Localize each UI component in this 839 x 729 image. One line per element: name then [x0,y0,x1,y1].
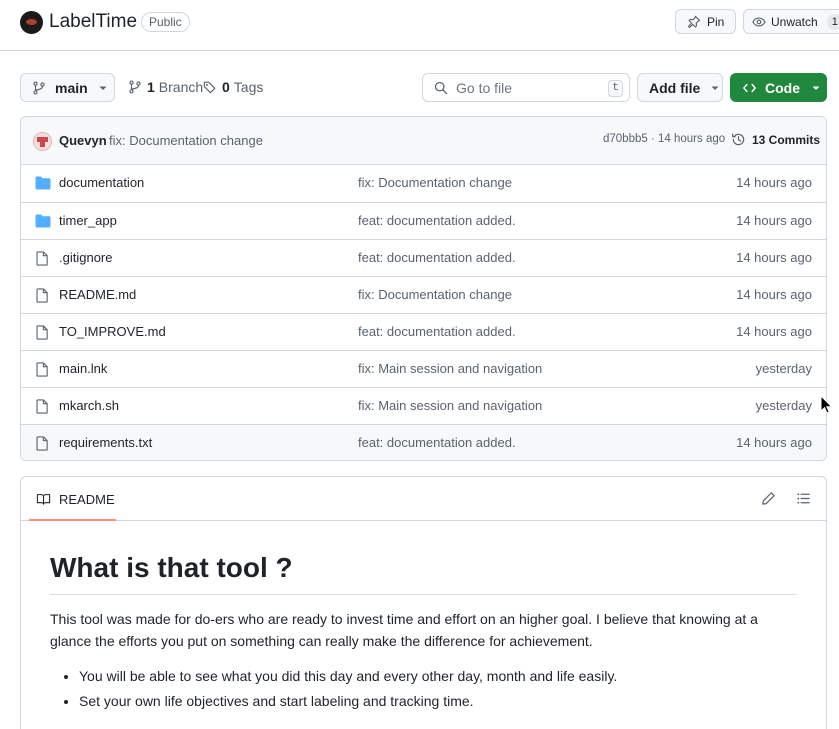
branch-icon [128,80,142,94]
pin-button[interactable]: Pin [675,9,736,34]
commit-author[interactable]: Quevyn [59,133,107,148]
commit-message[interactable]: fix: Documentation change [109,133,263,148]
readme-bullet: Set your own life objectives and start l… [79,689,797,714]
file-row[interactable]: requirements.txt feat: documentation adde… [21,424,826,460]
file-commit-time: 14 hours ago [736,175,812,190]
owner-avatar[interactable] [20,11,43,34]
branches-count: 1 [147,79,155,95]
file-commit-message[interactable]: feat: documentation added. [358,324,516,339]
branch-name: main [55,79,88,96]
list-outline-icon[interactable] [796,491,811,506]
branches-label: Branch [158,79,204,95]
file-commit-message[interactable]: feat: documentation added. [358,435,516,450]
go-to-file-field[interactable]: t [422,73,630,102]
branches-link[interactable]: 1 Branch [128,79,203,95]
file-commit-time: yesterday [755,361,812,376]
file-commit-time: 14 hours ago [736,435,812,450]
file-commit-message[interactable]: fix: Main session and navigation [358,398,542,413]
readme-panel: README What is that tool ? This tool was… [20,476,827,729]
go-to-file-input[interactable] [456,79,596,96]
file-commit-message[interactable]: fix: Documentation change [358,175,512,190]
visibility-badge: Public [141,12,190,32]
commits-history-link[interactable]: 13 Commits [731,132,820,147]
readme-tab[interactable]: README [36,477,115,521]
file-row[interactable]: main.lnk fix: Main session and navigation… [21,350,826,387]
file-commit-message[interactable]: feat: documentation added. [358,250,516,265]
chevron-down-icon [812,84,820,92]
file-list: documentation fix: Documentation change 14… [21,165,826,460]
file-icon [35,325,49,340]
file-icon [35,436,49,451]
mouse-cursor-icon [820,395,832,414]
file-row[interactable]: mkarch.sh fix: Main session and navigatio… [21,387,826,424]
file-commit-time: 14 hours ago [736,324,812,339]
pencil-icon[interactable] [761,491,776,506]
readme-tab-label: README [59,491,115,507]
keyboard-shortcut-hint: t [608,80,623,97]
latest-commit-bar: Quevyn fix: Documentation change d70bbb5… [21,117,826,165]
tags-link[interactable]: 0 Tags [203,79,263,95]
commit-hash-time[interactable]: d70bbb5 · 14 hours ago [603,133,725,145]
file-row[interactable]: documentation fix: Documentation change 14… [21,165,826,202]
commits-count-label: 13 Commits [752,132,821,147]
file-icon [35,288,49,303]
add-file-label: Add file [649,79,701,96]
chevron-down-icon [711,84,719,92]
folder-icon [35,176,51,190]
file-commit-time: 14 hours ago [736,287,812,302]
readme-heading: What is that tool ? [50,552,797,595]
chevron-down-icon [99,84,107,92]
file-row[interactable]: TO_IMPROVE.md feat: documentation added. 1… [21,313,826,350]
file-row[interactable]: README.md fix: Documentation change 14 hou… [21,276,826,313]
tags-label: Tags [233,79,264,95]
file-name[interactable]: .gitignore [59,250,112,265]
file-icon [35,362,49,377]
repo-header: LabelTime Public Pin Unwatch 1 [0,0,839,51]
file-icon [35,399,49,414]
file-icon [35,251,49,266]
tag-icon [203,80,217,94]
pin-icon [687,15,701,29]
eye-icon [752,15,766,29]
file-commit-message[interactable]: fix: Main session and navigation [358,361,542,376]
file-commit-message[interactable]: fix: Documentation change [358,287,512,302]
branch-icon [32,80,46,95]
file-name[interactable]: documentation [59,175,144,190]
folder-icon [35,214,51,228]
file-name[interactable]: README.md [59,287,136,302]
pin-label: Pin [707,14,725,29]
book-icon [36,492,51,506]
readme-tab-underline [29,519,116,521]
unwatch-button[interactable]: Unwatch 1 [743,9,839,34]
file-name[interactable]: TO_IMPROVE.md [59,324,166,339]
repo-name[interactable]: LabelTime [49,11,137,33]
file-row[interactable]: .gitignore feat: documentation added. 14 h… [21,239,826,276]
readme-paragraph: This tool was made for do-ers who are re… [50,611,758,649]
file-browser: Quevyn fix: Documentation change d70bbb5… [20,116,827,461]
history-icon [731,132,746,147]
tags-count: 0 [222,79,230,95]
file-name[interactable]: requirements.txt [59,435,152,450]
file-commit-time: 14 hours ago [736,250,812,265]
file-name[interactable]: timer_app [59,213,117,228]
search-icon [434,81,448,95]
commit-author-avatar[interactable] [33,132,52,151]
add-file-button[interactable]: Add file [637,73,723,102]
file-row[interactable]: timer_app feat: documentation added. 14 ho… [21,202,826,239]
readme-bullet: You will be able to see what you did thi… [79,664,797,689]
code-label: Code [765,79,800,96]
readme-content: What is that tool ? This tool was made f… [21,552,826,714]
readme-bullet-list: You will be able to see what you did thi… [50,664,797,714]
file-name[interactable]: main.lnk [59,361,107,376]
watch-count: 1 [826,13,839,30]
readme-header: README [21,477,826,521]
code-button[interactable]: Code [730,73,827,102]
code-icon [742,81,757,95]
unwatch-label: Unwatch [771,14,818,29]
file-commit-message[interactable]: feat: documentation added. [358,213,516,228]
branch-selector[interactable]: main [20,73,115,102]
file-name[interactable]: mkarch.sh [59,398,119,413]
file-commit-time: yesterday [755,398,812,413]
file-commit-time: 14 hours ago [736,213,812,228]
